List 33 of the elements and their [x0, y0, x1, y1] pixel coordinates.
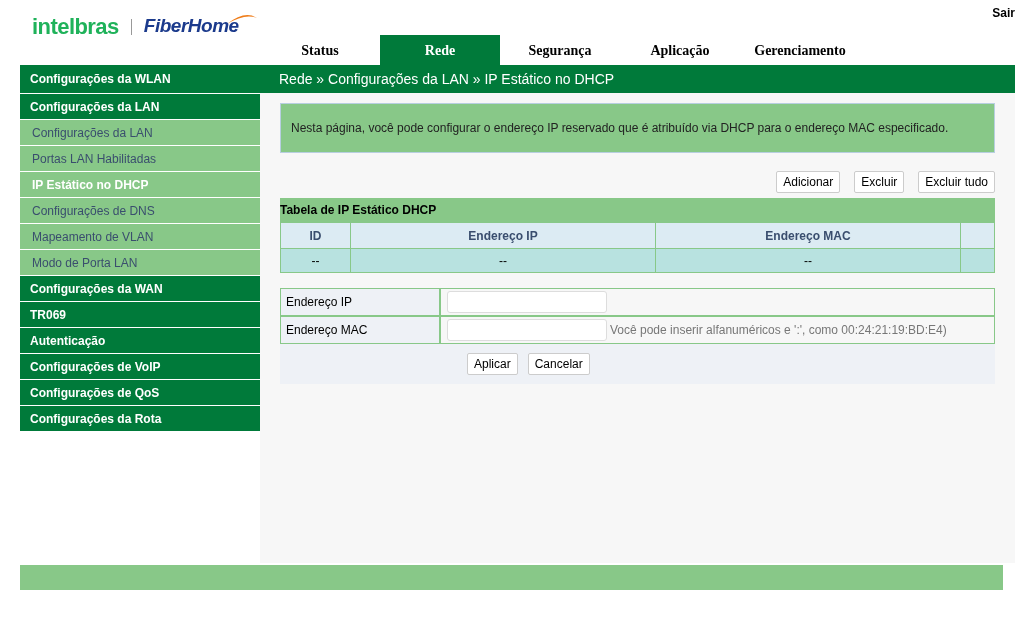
partner-logo-text: FiberHome — [143, 14, 239, 39]
table-cell: -- — [351, 249, 656, 272]
form-button[interactable]: Cancelar — [527, 353, 590, 375]
sidebar-section[interactable]: Configurações da Rota — [20, 405, 260, 431]
field-label: Endereço MAC — [286, 322, 368, 339]
breadcrumb: Rede » Configurações da LAN » IP Estático no DHCP — [279, 69, 615, 89]
sidebar-section[interactable]: Configurações da WLAN — [20, 65, 260, 93]
table-cell: -- — [656, 249, 961, 272]
sidebar-item[interactable]: Mapeamento de VLAN — [20, 223, 260, 249]
sidebar-section[interactable]: Configurações da LAN — [20, 93, 260, 119]
sidebar-section[interactable]: TR069 — [20, 301, 260, 327]
sidebar-item[interactable]: Configurações de DNS — [20, 197, 260, 223]
nav-tab[interactable]: Rede — [380, 35, 500, 65]
sidebar-item[interactable]: Portas LAN Habilitadas — [20, 145, 260, 171]
table-action-button[interactable]: Adicionar — [776, 171, 841, 193]
sidebar-section[interactable]: Autenticação — [20, 327, 260, 353]
brand-logo-text: intelbras — [32, 13, 119, 41]
field-label: Endereço IP — [286, 294, 353, 311]
sidebar-section[interactable]: Configurações de QoS — [20, 379, 260, 405]
text-input[interactable] — [447, 291, 607, 313]
sidebar-item[interactable]: Modo de Porta LAN — [20, 249, 260, 275]
text-input[interactable] — [447, 319, 607, 341]
form-button[interactable]: Aplicar — [467, 353, 518, 375]
logout-link[interactable]: Sair — [992, 4, 1015, 22]
sidebar-section[interactable]: Configurações da WAN — [20, 275, 260, 301]
sidebar-item[interactable]: Configurações da LAN — [20, 119, 260, 145]
field-hint: Você pode inserir alfanuméricos e ':', como 00:24:21:19:BD:E4) — [610, 322, 947, 339]
info-text: Nesta página, você pode configurar o endereço IP reservado que é atribuído via DHCP para o endereço MAC especificado. — [291, 120, 949, 137]
table-cell: -- — [281, 249, 351, 272]
table-action-button[interactable]: Excluir — [854, 171, 905, 193]
sidebar-section[interactable]: Configurações de VoIP — [20, 353, 260, 379]
table-title: Tabela de IP Estático DHCP — [280, 202, 437, 219]
table-action-button[interactable]: Excluir tudo — [918, 171, 995, 193]
